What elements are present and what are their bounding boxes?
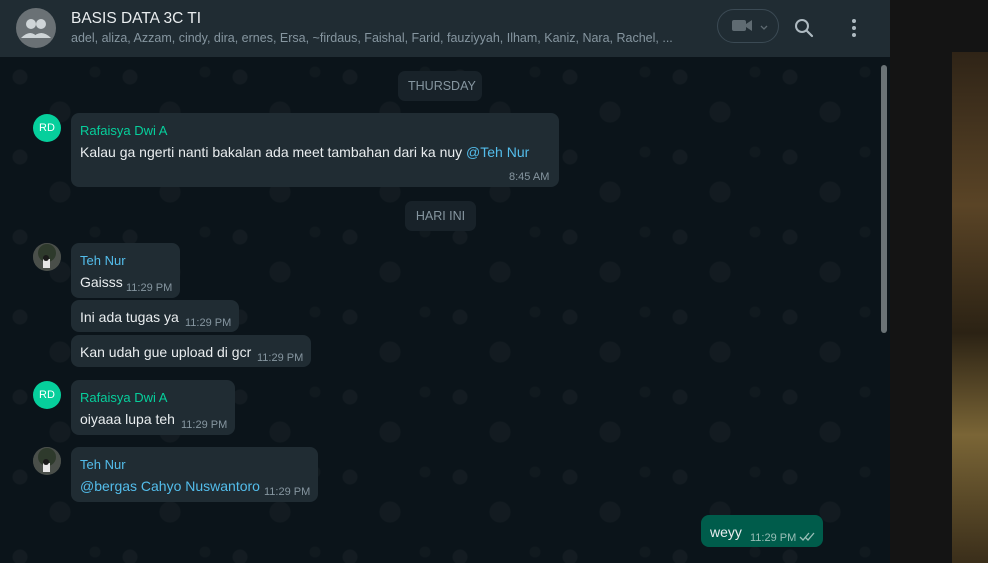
date-chip-today: HARI INI — [405, 201, 476, 231]
avatar-rafaisya[interactable]: RD — [33, 114, 61, 142]
message-text: Kalau ga ngerti nanti bakalan ada meet t… — [80, 144, 529, 160]
group-members[interactable]: adel, aliza, Azzam, cindy, dira, ernes, … — [71, 31, 691, 45]
message-time: 11:29 PM — [185, 317, 232, 329]
chevron-down-icon — [760, 25, 768, 30]
message-time: 11:29 PM — [181, 419, 228, 431]
sender-name[interactable]: Rafaisya Dwi A — [80, 390, 167, 405]
message-time: 11:29 PM — [126, 282, 173, 294]
group-avatar-icon — [21, 19, 51, 38]
chat-header[interactable]: BASIS DATA 3C TI adel, aliza, Azzam, cin… — [0, 0, 890, 57]
message-text: Ini ada tugas ya — [80, 309, 179, 325]
date-chip-thursday: THURSDAY — [398, 71, 482, 101]
message-text: oiyaaa lupa teh — [80, 411, 175, 427]
message-bubble[interactable]: Rafaisya Dwi A oiyaaa lupa teh 11:29 PM — [71, 380, 235, 435]
message-text: Gaisss — [80, 274, 123, 290]
message-bubble[interactable]: Teh Nur Gaisss 11:29 PM — [71, 243, 180, 298]
message-time: 11:29 PM — [750, 532, 797, 544]
message-bubble[interactable]: Teh Nur @bergas Cahyo Nuswantoro 11:29 P… — [71, 447, 318, 502]
chat-scrollbar[interactable] — [881, 65, 887, 333]
message-bubble[interactable]: Rafaisya Dwi A Kalau ga ngerti nanti bak… — [71, 113, 559, 187]
video-camera-icon — [732, 20, 752, 31]
message-time: 11:29 PM — [264, 486, 311, 498]
message-text: Kan udah gue upload di gcr — [80, 344, 252, 360]
outgoing-message-bubble[interactable]: weyy 11:29 PM — [701, 515, 823, 547]
avatar-teh-nur[interactable] — [33, 243, 61, 271]
message-bubble[interactable]: Kan udah gue upload di gcr 11:29 PM — [71, 335, 311, 367]
message-text: weyy — [710, 524, 742, 540]
search-button[interactable] — [792, 16, 816, 40]
profile-photo-icon — [33, 243, 61, 271]
message-time: 11:29 PM — [257, 352, 304, 364]
group-avatar[interactable] — [16, 8, 56, 48]
avatar-teh-nur[interactable] — [33, 447, 61, 475]
mention-link[interactable]: @bergas Cahyo Nuswantoro — [80, 478, 260, 494]
avatar-rafaisya[interactable]: RD — [33, 381, 61, 409]
message-text-body: Kalau ga ngerti nanti bakalan ada meet t… — [80, 144, 467, 160]
chat-window: BASIS DATA 3C TI adel, aliza, Azzam, cin… — [0, 0, 890, 563]
read-double-check-icon — [799, 532, 815, 541]
message-time: 8:45 AM — [509, 171, 550, 183]
group-name[interactable]: BASIS DATA 3C TI — [71, 10, 201, 28]
profile-photo-icon — [33, 447, 61, 475]
mention-link[interactable]: @Teh Nur — [466, 144, 529, 160]
menu-dots-icon — [852, 19, 856, 37]
video-call-button[interactable] — [717, 9, 779, 43]
sender-name[interactable]: Teh Nur — [80, 253, 126, 268]
sender-name[interactable]: Rafaisya Dwi A — [80, 123, 167, 138]
search-icon — [795, 19, 814, 38]
background-photo — [952, 52, 988, 563]
message-bubble[interactable]: Ini ada tugas ya 11:29 PM — [71, 300, 239, 332]
menu-button[interactable] — [842, 16, 866, 40]
sender-name[interactable]: Teh Nur — [80, 457, 126, 472]
